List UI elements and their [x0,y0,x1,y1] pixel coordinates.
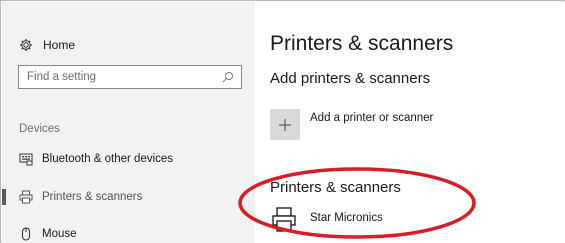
sidebar-item-mouse[interactable]: Mouse [2,219,255,243]
sidebar: Home Devices Bluetooth & other devices [2,2,255,243]
search-icon[interactable] [222,71,234,83]
mouse-icon [21,227,31,241]
bluetooth-devices-icon [19,153,33,166]
home-nav-item[interactable]: Home [19,36,75,54]
printer-icon [19,190,33,204]
sidebar-item-label: Bluetooth & other devices [42,153,174,165]
printers-section-title: Printers & scanners [270,179,401,196]
add-printer-label[interactable]: Add a printer or scanner [310,112,433,124]
sidebar-item-label: Mouse [42,228,77,240]
add-printer-button[interactable] [270,109,300,140]
sidebar-item-printers[interactable]: Printers & scanners [2,182,255,212]
home-label: Home [43,38,76,52]
selection-indicator [2,189,6,205]
printer-icon [272,207,296,232]
settings-window: Home Devices Bluetooth & other devices [0,0,565,243]
main-content: Printers & scanners Add printers & scann… [238,2,565,243]
gear-icon [20,39,32,51]
page-title: Printers & scanners [270,32,454,55]
plus-icon [279,118,291,131]
sidebar-item-label: Printers & scanners [42,191,143,203]
sidebar-item-bluetooth[interactable]: Bluetooth & other devices [2,144,255,174]
printer-list-item[interactable]: Star Micronics [270,206,440,234]
search-box[interactable] [18,65,242,89]
add-section-title: Add printers & scanners [270,70,431,87]
devices-section-label: Devices [19,123,60,135]
printer-name: Star Micronics [310,212,383,224]
search-input[interactable] [19,66,209,88]
